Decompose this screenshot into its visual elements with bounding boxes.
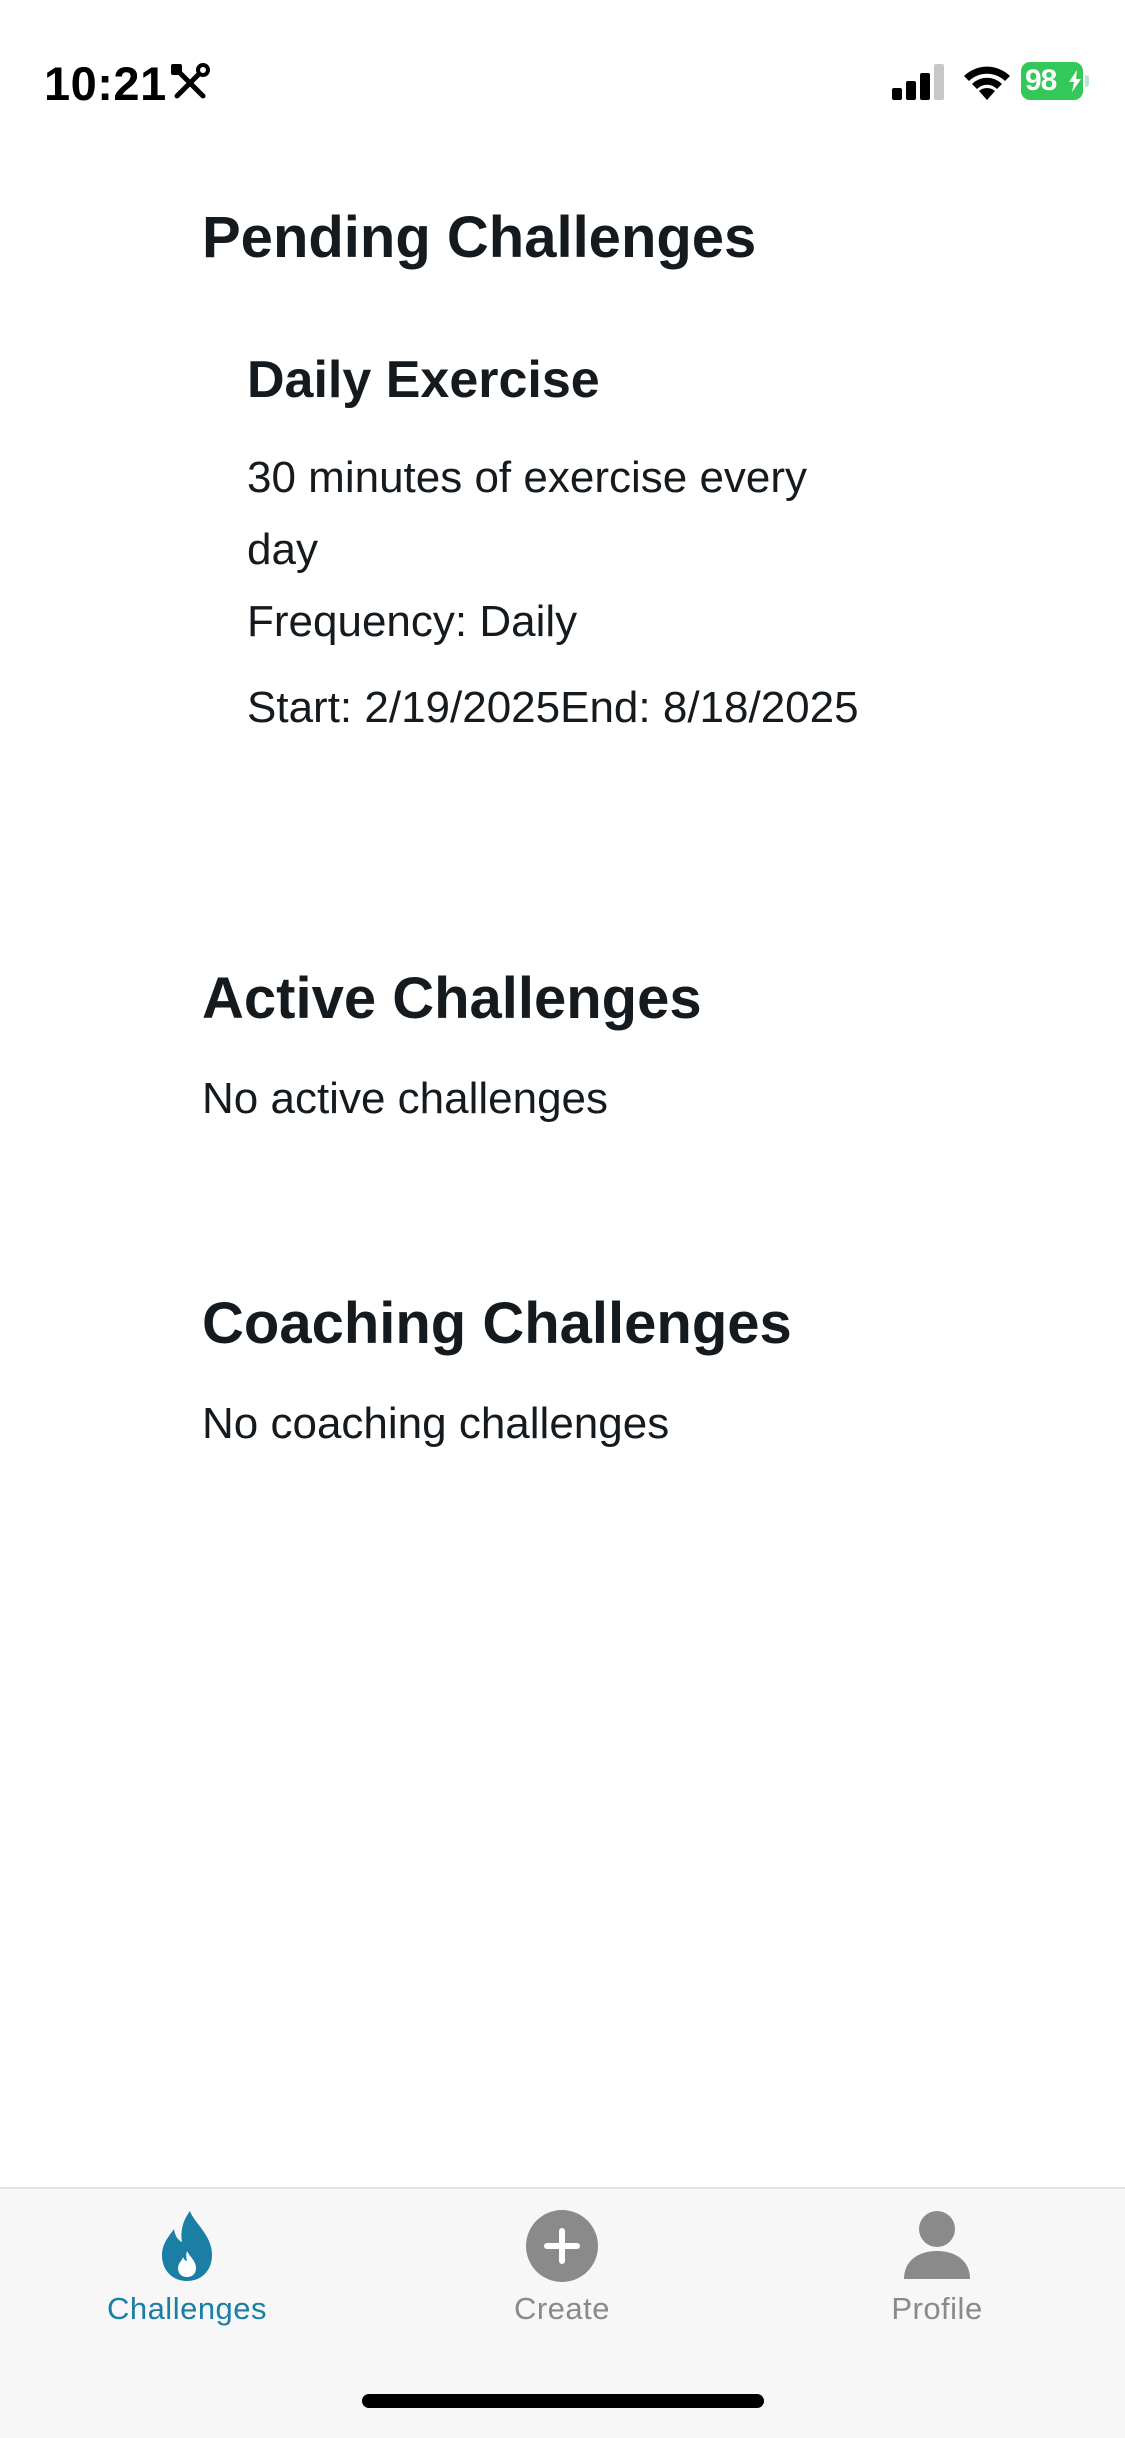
battery-level: 98 <box>1025 64 1057 97</box>
challenge-dates: Start: 2/19/2025End: 8/18/2025 <box>247 683 859 732</box>
pending-challenges-title: Pending Challenges <box>202 205 757 270</box>
signal-icon <box>892 64 944 100</box>
active-challenges-empty: No active challenges <box>202 1074 609 1123</box>
flame-icon <box>162 2211 212 2281</box>
tab-create[interactable]: Create <box>412 2209 712 2339</box>
tab-profile[interactable]: Profile <box>787 2209 1087 2339</box>
home-indicator <box>362 2394 764 2408</box>
status-bar: 10:21 98 <box>0 0 1125 150</box>
coaching-challenges-empty: No coaching challenges <box>202 1399 670 1448</box>
plus-circle-icon <box>526 2210 598 2282</box>
wifi-icon <box>964 66 1010 100</box>
challenge-description: 30 minutes of exercise every day <box>247 453 808 574</box>
tab-profile-label: Profile <box>891 2291 983 2326</box>
charging-bolt-icon <box>1069 70 1081 92</box>
person-icon <box>904 2211 970 2279</box>
battery-icon: 98 <box>1021 62 1089 100</box>
tab-challenges[interactable]: Challenges <box>37 2209 337 2339</box>
tab-create-label: Create <box>513 2291 611 2326</box>
tools-icon <box>171 63 210 99</box>
battery-body: 98 <box>1021 62 1083 100</box>
challenge-frequency: Frequency: Daily <box>247 597 578 646</box>
battery-nub <box>1085 75 1089 87</box>
active-challenges-title: Active Challenges <box>202 966 702 1031</box>
challenge-title: Daily Exercise <box>247 351 600 409</box>
status-time: 10:21 <box>44 57 167 110</box>
coaching-challenges-title: Coaching Challenges <box>202 1291 792 1356</box>
tab-challenges-label: Challenges <box>106 2291 268 2326</box>
